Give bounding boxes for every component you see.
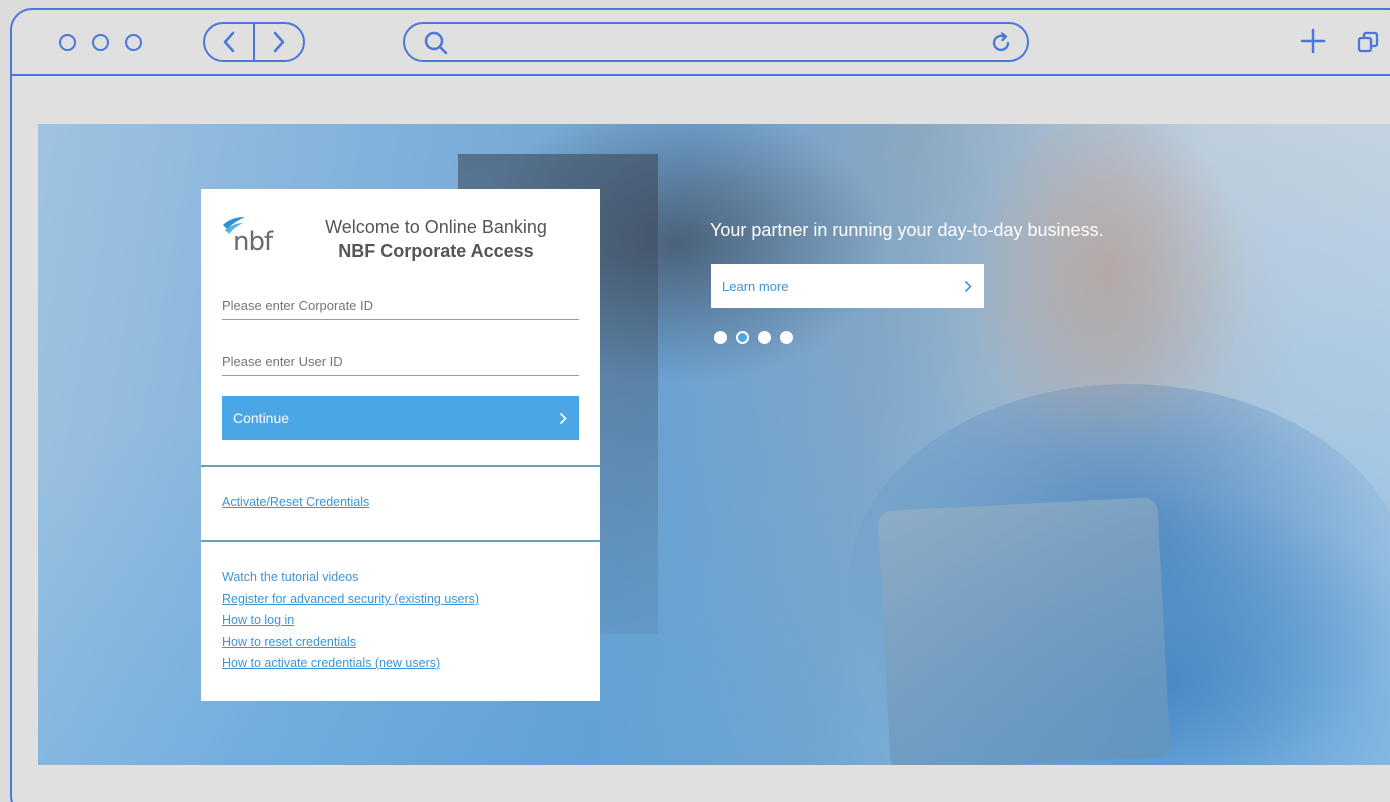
learn-more-label: Learn more bbox=[722, 278, 789, 294]
chevron-right-icon bbox=[964, 280, 972, 292]
background-person-shirt bbox=[848, 384, 1390, 765]
corporate-id-input[interactable] bbox=[222, 298, 579, 313]
navigation-buttons bbox=[203, 22, 305, 62]
corporate-id-field[interactable] bbox=[222, 298, 579, 320]
tutorial-link-how-to-log-in[interactable]: How to log in bbox=[222, 613, 294, 627]
continue-label: Continue bbox=[233, 410, 290, 426]
tutorial-link-activate-credentials[interactable]: How to activate credentials (new users) bbox=[222, 656, 440, 670]
hero-tagline: Your partner in running your day-to-day … bbox=[710, 220, 1104, 240]
new-tab-icon[interactable] bbox=[1300, 28, 1326, 54]
carousel-pager bbox=[714, 331, 793, 344]
banking-login-page: nbf Welcome to Online Banking NBF Corpor… bbox=[38, 124, 1390, 765]
chevron-right-icon bbox=[559, 412, 567, 424]
reload-icon[interactable] bbox=[989, 31, 1013, 55]
activate-reset-link[interactable]: Activate/Reset Credentials bbox=[222, 495, 369, 509]
background-person-face bbox=[968, 124, 1248, 454]
back-button[interactable] bbox=[205, 24, 253, 60]
search-icon bbox=[424, 31, 448, 55]
carousel-dot[interactable] bbox=[780, 331, 793, 344]
divider bbox=[201, 465, 600, 467]
background-tablet bbox=[877, 496, 1171, 765]
divider bbox=[201, 540, 600, 542]
tabs-overview-icon[interactable] bbox=[1356, 30, 1380, 54]
tutorial-link-reset-credentials[interactable]: How to reset credentials bbox=[222, 635, 356, 649]
continue-button[interactable]: Continue bbox=[222, 396, 579, 440]
window-maximize-button[interactable] bbox=[125, 34, 142, 51]
window-close-button[interactable] bbox=[59, 34, 76, 51]
welcome-heading: Welcome to Online Banking NBF Corporate … bbox=[291, 215, 581, 263]
learn-more-button[interactable]: Learn more bbox=[711, 264, 984, 308]
carousel-dot[interactable] bbox=[758, 331, 771, 344]
window-minimize-button[interactable] bbox=[92, 34, 109, 51]
user-id-input[interactable] bbox=[222, 354, 579, 369]
carousel-dot[interactable] bbox=[736, 331, 749, 344]
chevron-right-icon bbox=[273, 31, 285, 53]
welcome-line-2: NBF Corporate Access bbox=[338, 241, 534, 261]
tutorial-heading: Watch the tutorial videos bbox=[222, 570, 359, 584]
welcome-line-1: Welcome to Online Banking bbox=[325, 217, 547, 237]
user-id-field[interactable] bbox=[222, 354, 579, 376]
carousel-dot[interactable] bbox=[714, 331, 727, 344]
address-bar[interactable] bbox=[403, 22, 1029, 62]
tutorial-link-register-security[interactable]: Register for advanced security (existing… bbox=[222, 592, 479, 606]
forward-button[interactable] bbox=[253, 24, 303, 60]
nbf-logo-text: nbf bbox=[233, 227, 273, 257]
login-card: nbf Welcome to Online Banking NBF Corpor… bbox=[201, 189, 600, 701]
chevron-left-icon bbox=[223, 31, 235, 53]
